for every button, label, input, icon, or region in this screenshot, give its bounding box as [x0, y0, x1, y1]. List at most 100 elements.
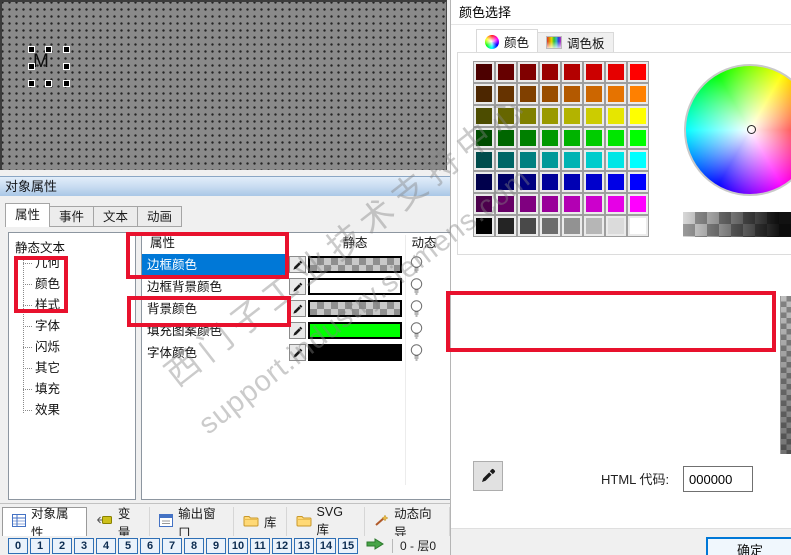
palette-swatch[interactable] — [473, 105, 495, 127]
palette-swatch[interactable] — [495, 215, 517, 237]
layer-button[interactable]: 0 — [8, 537, 28, 554]
selection-handle[interactable] — [28, 63, 35, 70]
palette-swatch[interactable] — [517, 171, 539, 193]
static-text-object[interactable]: M — [33, 51, 49, 73]
color-wheel[interactable] — [684, 64, 791, 196]
tree-item-geometry[interactable]: 几何 — [9, 253, 135, 274]
layer-button[interactable]: 3 — [74, 537, 94, 554]
eyedropper-button[interactable] — [289, 278, 306, 295]
palette-swatch[interactable] — [627, 215, 649, 237]
palette-swatch[interactable] — [473, 149, 495, 171]
palette-swatch[interactable] — [583, 105, 605, 127]
layer-button[interactable]: 12 — [272, 537, 292, 554]
bottom-tab-object-properties[interactable]: 对象属性 — [2, 507, 87, 540]
prop-row-border-bg-color[interactable]: 边框背景颜色 — [142, 276, 450, 298]
palette-swatch[interactable] — [627, 127, 649, 149]
selection-handle[interactable] — [28, 80, 35, 87]
layer-button[interactable]: 4 — [96, 537, 116, 554]
palette-swatch[interactable] — [561, 105, 583, 127]
tree-root-static-text[interactable]: 静态文本 — [9, 233, 135, 255]
palette-swatch[interactable] — [495, 83, 517, 105]
palette-swatch[interactable] — [583, 61, 605, 83]
selection-handle[interactable] — [45, 46, 52, 53]
palette-swatch[interactable] — [561, 171, 583, 193]
palette-swatch[interactable] — [627, 171, 649, 193]
palette-swatch[interactable] — [605, 215, 627, 237]
palette-swatch[interactable] — [473, 61, 495, 83]
palette-swatch[interactable] — [605, 127, 627, 149]
dynamic-bulb-icon[interactable] — [409, 299, 424, 321]
tree-item-color[interactable]: 颜色 — [9, 274, 135, 295]
layer-button[interactable]: 15 — [338, 537, 358, 554]
selection-handle[interactable] — [45, 80, 52, 87]
palette-swatch[interactable] — [627, 105, 649, 127]
palette-swatch[interactable] — [473, 193, 495, 215]
alpha-vertical-bar[interactable] — [780, 296, 791, 454]
palette-swatch[interactable] — [605, 149, 627, 171]
layer-button[interactable]: 9 — [206, 537, 226, 554]
eyedropper-button[interactable] — [289, 322, 306, 339]
bottom-tab-variables[interactable]: 变量 — [87, 507, 151, 540]
palette-swatch[interactable] — [583, 171, 605, 193]
selection-handle[interactable] — [63, 80, 70, 87]
html-code-input[interactable] — [683, 466, 753, 492]
palette-swatch[interactable] — [495, 149, 517, 171]
eyedropper-button[interactable] — [289, 344, 306, 361]
alpha-gradient-bar[interactable] — [683, 212, 791, 237]
dynamic-bulb-icon[interactable] — [409, 277, 424, 299]
color-swatch[interactable] — [308, 322, 402, 339]
tab-text[interactable]: 文本 — [94, 206, 139, 227]
palette-swatch[interactable] — [539, 193, 561, 215]
layer-button[interactable]: 8 — [184, 537, 204, 554]
palette-swatch[interactable] — [539, 215, 561, 237]
palette-swatch[interactable] — [605, 171, 627, 193]
layer-button[interactable]: 6 — [140, 537, 160, 554]
design-canvas[interactable]: M — [0, 0, 447, 170]
palette-swatch[interactable] — [517, 215, 539, 237]
palette-swatch[interactable] — [473, 171, 495, 193]
dynamic-bulb-icon[interactable] — [409, 255, 424, 277]
ok-button[interactable]: 确定 — [706, 537, 791, 555]
palette-swatch[interactable] — [583, 215, 605, 237]
palette-swatch[interactable] — [517, 127, 539, 149]
tab-animation[interactable]: 动画 — [138, 206, 183, 227]
prop-row-border-color[interactable]: 边框颜色 — [142, 254, 450, 276]
palette-swatch[interactable] — [539, 83, 561, 105]
bottom-tab-library[interactable]: 库 — [234, 507, 287, 536]
tree-item-font[interactable]: 字体 — [9, 316, 135, 337]
palette-swatch[interactable] — [517, 149, 539, 171]
palette-swatch[interactable] — [561, 83, 583, 105]
tree-item-flash[interactable]: 闪烁 — [9, 337, 135, 358]
selection-handle[interactable] — [28, 46, 35, 53]
color-swatch[interactable] — [308, 300, 402, 317]
prop-row-font-color[interactable]: 字体颜色 — [142, 342, 450, 364]
palette-swatch[interactable] — [605, 193, 627, 215]
palette-swatch[interactable] — [539, 149, 561, 171]
layer-button[interactable]: 2 — [52, 537, 72, 554]
layer-button[interactable]: 14 — [316, 537, 336, 554]
layer-button[interactable]: 7 — [162, 537, 182, 554]
palette-swatch[interactable] — [561, 61, 583, 83]
palette-swatch[interactable] — [495, 61, 517, 83]
palette-swatch[interactable] — [473, 83, 495, 105]
palette-swatch[interactable] — [605, 83, 627, 105]
palette-swatch[interactable] — [473, 127, 495, 149]
palette-swatch[interactable] — [561, 127, 583, 149]
dynamic-bulb-icon[interactable] — [409, 343, 424, 365]
tab-properties[interactable]: 属性 — [5, 203, 51, 227]
palette-swatch[interactable] — [495, 171, 517, 193]
palette-swatch[interactable] — [561, 193, 583, 215]
palette-swatch[interactable] — [605, 105, 627, 127]
palette-swatch[interactable] — [495, 105, 517, 127]
palette-swatch[interactable] — [583, 83, 605, 105]
palette-swatch[interactable] — [539, 127, 561, 149]
tab-events[interactable]: 事件 — [50, 206, 95, 227]
palette-swatch[interactable] — [627, 61, 649, 83]
palette-swatch[interactable] — [495, 193, 517, 215]
palette-swatch[interactable] — [627, 149, 649, 171]
color-swatch[interactable] — [308, 256, 402, 273]
palette-swatch[interactable] — [627, 83, 649, 105]
layer-button[interactable]: 5 — [118, 537, 138, 554]
tab-palette[interactable]: 调色板 — [538, 32, 614, 53]
palette-swatch[interactable] — [561, 149, 583, 171]
